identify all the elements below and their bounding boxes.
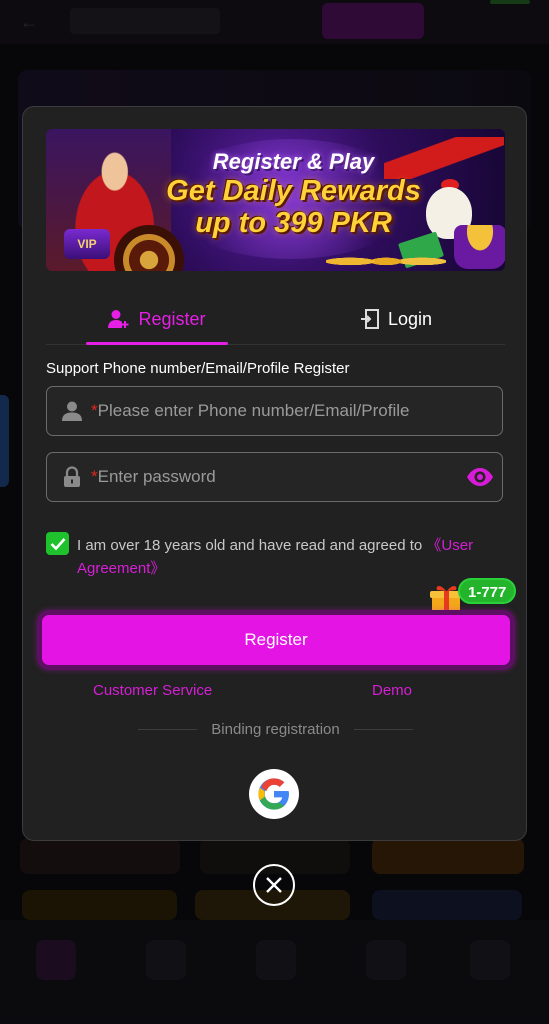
divider-line: [353, 728, 414, 730]
auth-tabs: Register Login: [46, 293, 505, 345]
account-field[interactable]: *: [46, 386, 503, 436]
close-modal-button[interactable]: [253, 864, 295, 906]
vip-chest-illustration: VIP: [64, 229, 110, 259]
lock-icon: [47, 466, 89, 488]
agreement-statement: I am over 18 years old and have read and…: [77, 537, 427, 554]
tab-register[interactable]: Register: [86, 293, 228, 345]
register-button[interactable]: Register: [37, 610, 515, 670]
agreement-text: I am over 18 years old and have read and…: [77, 534, 507, 580]
login-door-icon: [360, 309, 379, 329]
banner-headline: Register & Play Get Daily Rewards up to …: [156, 149, 431, 239]
tab-login-label: Login: [387, 308, 433, 329]
gold-pot-illustration: [454, 225, 505, 269]
password-input[interactable]: [97, 467, 458, 487]
support-label: Support Phone number/Email/Profile Regis…: [46, 360, 350, 377]
user-add-icon: [108, 310, 129, 328]
agreement-checkbox[interactable]: [46, 532, 69, 555]
banner-line-2: Get Daily Rewards: [166, 175, 421, 207]
account-input[interactable]: [97, 401, 502, 421]
google-icon: [258, 778, 289, 810]
user-icon: [47, 400, 89, 422]
register-modal: VIP Register & Play Get Daily Rewards up…: [22, 106, 527, 841]
promo-banner[interactable]: VIP Register & Play Get Daily Rewards up…: [46, 129, 505, 271]
required-mark: *: [91, 401, 98, 420]
close-icon: [266, 877, 282, 893]
google-login-button[interactable]: [249, 769, 299, 819]
tab-login[interactable]: Login: [336, 293, 456, 345]
check-icon: [50, 537, 65, 550]
tab-register-label: Register: [138, 308, 206, 329]
binding-label: Binding registration: [211, 720, 340, 738]
password-field[interactable]: *: [46, 452, 503, 502]
demo-link[interactable]: Demo: [372, 682, 412, 699]
customer-service-link[interactable]: Customer Service: [93, 682, 212, 699]
bonus-badge: 1-777: [458, 578, 517, 604]
required-mark: *: [91, 467, 98, 486]
binding-divider: Binding registration: [138, 719, 414, 739]
divider-line: [138, 728, 198, 730]
active-tab-indicator: [86, 342, 228, 345]
gold-coins-illustration: [326, 247, 446, 271]
eye-icon[interactable]: [458, 467, 502, 487]
banner-line-3: up to 399 PKR: [195, 207, 392, 239]
banner-line-1: Register & Play: [212, 149, 375, 174]
